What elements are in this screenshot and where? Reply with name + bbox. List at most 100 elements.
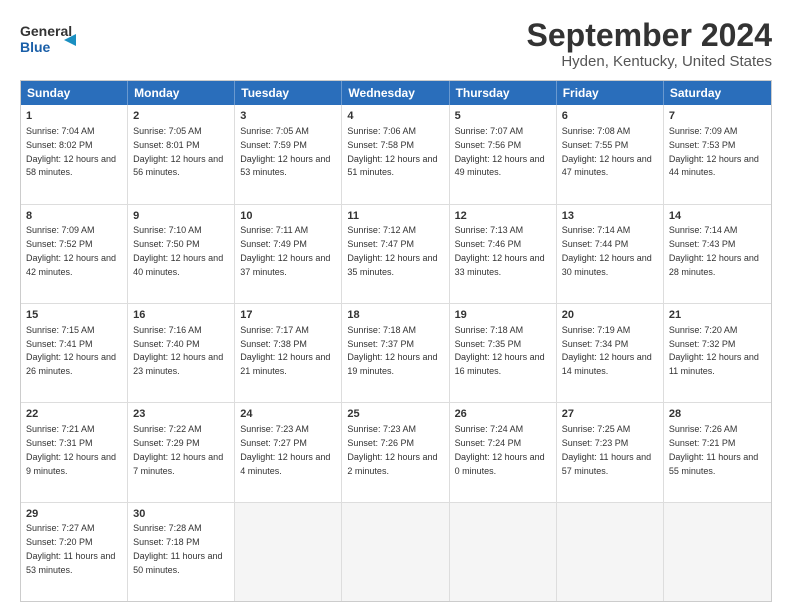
sun-info: Sunrise: 7:18 AM Sunset: 7:35 PM Dayligh… <box>455 325 545 376</box>
day-number: 1 <box>26 109 122 124</box>
logo: General Blue <box>20 18 76 62</box>
sun-info: Sunrise: 7:28 AM Sunset: 7:18 PM Dayligh… <box>133 523 222 574</box>
cell-sep-23: 23 Sunrise: 7:22 AM Sunset: 7:29 PM Dayl… <box>128 403 235 501</box>
cell-sep-7: 7 Sunrise: 7:09 AM Sunset: 7:53 PM Dayli… <box>664 105 771 203</box>
cell-sep-25: 25 Sunrise: 7:23 AM Sunset: 7:26 PM Dayl… <box>342 403 449 501</box>
cell-sep-17: 17 Sunrise: 7:17 AM Sunset: 7:38 PM Dayl… <box>235 304 342 402</box>
day-number: 4 <box>347 109 443 124</box>
cell-sep-8: 8 Sunrise: 7:09 AM Sunset: 7:52 PM Dayli… <box>21 205 128 303</box>
cell-sep-3: 3 Sunrise: 7:05 AM Sunset: 7:59 PM Dayli… <box>235 105 342 203</box>
cell-sep-2: 2 Sunrise: 7:05 AM Sunset: 8:01 PM Dayli… <box>128 105 235 203</box>
sun-info: Sunrise: 7:05 AM Sunset: 7:59 PM Dayligh… <box>240 126 330 177</box>
week-row-2: 8 Sunrise: 7:09 AM Sunset: 7:52 PM Dayli… <box>21 204 771 303</box>
sun-info: Sunrise: 7:20 AM Sunset: 7:32 PM Dayligh… <box>669 325 759 376</box>
sun-info: Sunrise: 7:11 AM Sunset: 7:49 PM Dayligh… <box>240 225 330 276</box>
cell-sep-12: 12 Sunrise: 7:13 AM Sunset: 7:46 PM Dayl… <box>450 205 557 303</box>
sun-info: Sunrise: 7:09 AM Sunset: 7:52 PM Dayligh… <box>26 225 116 276</box>
day-number: 29 <box>26 507 122 522</box>
sun-info: Sunrise: 7:05 AM Sunset: 8:01 PM Dayligh… <box>133 126 223 177</box>
cell-sep-9: 9 Sunrise: 7:10 AM Sunset: 7:50 PM Dayli… <box>128 205 235 303</box>
day-number: 14 <box>669 209 766 224</box>
cell-empty-3 <box>450 503 557 601</box>
day-number: 2 <box>133 109 229 124</box>
day-number: 22 <box>26 407 122 422</box>
day-number: 7 <box>669 109 766 124</box>
cell-sep-16: 16 Sunrise: 7:16 AM Sunset: 7:40 PM Dayl… <box>128 304 235 402</box>
cell-sep-27: 27 Sunrise: 7:25 AM Sunset: 7:23 PM Dayl… <box>557 403 664 501</box>
cell-sep-14: 14 Sunrise: 7:14 AM Sunset: 7:43 PM Dayl… <box>664 205 771 303</box>
cell-sep-5: 5 Sunrise: 7:07 AM Sunset: 7:56 PM Dayli… <box>450 105 557 203</box>
sun-info: Sunrise: 7:21 AM Sunset: 7:31 PM Dayligh… <box>26 424 116 475</box>
sun-info: Sunrise: 7:26 AM Sunset: 7:21 PM Dayligh… <box>669 424 758 475</box>
day-number: 18 <box>347 308 443 323</box>
week-row-3: 15 Sunrise: 7:15 AM Sunset: 7:41 PM Dayl… <box>21 303 771 402</box>
day-number: 10 <box>240 209 336 224</box>
cell-sep-30: 30 Sunrise: 7:28 AM Sunset: 7:18 PM Dayl… <box>128 503 235 601</box>
day-number: 8 <box>26 209 122 224</box>
calendar: Sunday Monday Tuesday Wednesday Thursday… <box>20 80 772 602</box>
day-number: 12 <box>455 209 551 224</box>
cell-sep-13: 13 Sunrise: 7:14 AM Sunset: 7:44 PM Dayl… <box>557 205 664 303</box>
day-number: 25 <box>347 407 443 422</box>
day-number: 20 <box>562 308 658 323</box>
day-number: 26 <box>455 407 551 422</box>
day-number: 6 <box>562 109 658 124</box>
sun-info: Sunrise: 7:07 AM Sunset: 7:56 PM Dayligh… <box>455 126 545 177</box>
logo-icon: General Blue <box>20 18 76 62</box>
day-number: 30 <box>133 507 229 522</box>
svg-text:Blue: Blue <box>20 39 51 55</box>
header-saturday: Saturday <box>664 81 771 105</box>
sun-info: Sunrise: 7:13 AM Sunset: 7:46 PM Dayligh… <box>455 225 545 276</box>
sun-info: Sunrise: 7:10 AM Sunset: 7:50 PM Dayligh… <box>133 225 223 276</box>
sun-info: Sunrise: 7:08 AM Sunset: 7:55 PM Dayligh… <box>562 126 652 177</box>
day-number: 17 <box>240 308 336 323</box>
month-year-title: September 2024 <box>527 18 772 53</box>
sun-info: Sunrise: 7:06 AM Sunset: 7:58 PM Dayligh… <box>347 126 437 177</box>
sun-info: Sunrise: 7:14 AM Sunset: 7:43 PM Dayligh… <box>669 225 759 276</box>
cell-sep-24: 24 Sunrise: 7:23 AM Sunset: 7:27 PM Dayl… <box>235 403 342 501</box>
page: General Blue September 2024 Hyden, Kentu… <box>0 0 792 612</box>
day-number: 24 <box>240 407 336 422</box>
cell-sep-11: 11 Sunrise: 7:12 AM Sunset: 7:47 PM Dayl… <box>342 205 449 303</box>
sun-info: Sunrise: 7:09 AM Sunset: 7:53 PM Dayligh… <box>669 126 759 177</box>
sun-info: Sunrise: 7:17 AM Sunset: 7:38 PM Dayligh… <box>240 325 330 376</box>
header: General Blue September 2024 Hyden, Kentu… <box>20 18 772 70</box>
day-number: 28 <box>669 407 766 422</box>
header-wednesday: Wednesday <box>342 81 449 105</box>
sun-info: Sunrise: 7:12 AM Sunset: 7:47 PM Dayligh… <box>347 225 437 276</box>
day-number: 16 <box>133 308 229 323</box>
sun-info: Sunrise: 7:18 AM Sunset: 7:37 PM Dayligh… <box>347 325 437 376</box>
sun-info: Sunrise: 7:25 AM Sunset: 7:23 PM Dayligh… <box>562 424 651 475</box>
sun-info: Sunrise: 7:04 AM Sunset: 8:02 PM Dayligh… <box>26 126 116 177</box>
cell-sep-29: 29 Sunrise: 7:27 AM Sunset: 7:20 PM Dayl… <box>21 503 128 601</box>
cell-sep-1: 1 Sunrise: 7:04 AM Sunset: 8:02 PM Dayli… <box>21 105 128 203</box>
cell-sep-4: 4 Sunrise: 7:06 AM Sunset: 7:58 PM Dayli… <box>342 105 449 203</box>
sun-info: Sunrise: 7:19 AM Sunset: 7:34 PM Dayligh… <box>562 325 652 376</box>
header-tuesday: Tuesday <box>235 81 342 105</box>
sun-info: Sunrise: 7:15 AM Sunset: 7:41 PM Dayligh… <box>26 325 116 376</box>
day-number: 9 <box>133 209 229 224</box>
cell-empty-5 <box>664 503 771 601</box>
day-number: 19 <box>455 308 551 323</box>
cell-sep-10: 10 Sunrise: 7:11 AM Sunset: 7:49 PM Dayl… <box>235 205 342 303</box>
cell-sep-6: 6 Sunrise: 7:08 AM Sunset: 7:55 PM Dayli… <box>557 105 664 203</box>
week-row-4: 22 Sunrise: 7:21 AM Sunset: 7:31 PM Dayl… <box>21 402 771 501</box>
header-friday: Friday <box>557 81 664 105</box>
cell-empty-2 <box>342 503 449 601</box>
svg-text:General: General <box>20 23 72 39</box>
sun-info: Sunrise: 7:27 AM Sunset: 7:20 PM Dayligh… <box>26 523 115 574</box>
sun-info: Sunrise: 7:14 AM Sunset: 7:44 PM Dayligh… <box>562 225 652 276</box>
week-row-1: 1 Sunrise: 7:04 AM Sunset: 8:02 PM Dayli… <box>21 105 771 203</box>
cell-sep-18: 18 Sunrise: 7:18 AM Sunset: 7:37 PM Dayl… <box>342 304 449 402</box>
header-sunday: Sunday <box>21 81 128 105</box>
cell-sep-15: 15 Sunrise: 7:15 AM Sunset: 7:41 PM Dayl… <box>21 304 128 402</box>
sun-info: Sunrise: 7:16 AM Sunset: 7:40 PM Dayligh… <box>133 325 223 376</box>
cell-empty-1 <box>235 503 342 601</box>
cell-sep-22: 22 Sunrise: 7:21 AM Sunset: 7:31 PM Dayl… <box>21 403 128 501</box>
cell-sep-19: 19 Sunrise: 7:18 AM Sunset: 7:35 PM Dayl… <box>450 304 557 402</box>
cell-sep-26: 26 Sunrise: 7:24 AM Sunset: 7:24 PM Dayl… <box>450 403 557 501</box>
calendar-header: Sunday Monday Tuesday Wednesday Thursday… <box>21 81 771 105</box>
header-thursday: Thursday <box>450 81 557 105</box>
day-number: 11 <box>347 209 443 224</box>
cell-sep-28: 28 Sunrise: 7:26 AM Sunset: 7:21 PM Dayl… <box>664 403 771 501</box>
